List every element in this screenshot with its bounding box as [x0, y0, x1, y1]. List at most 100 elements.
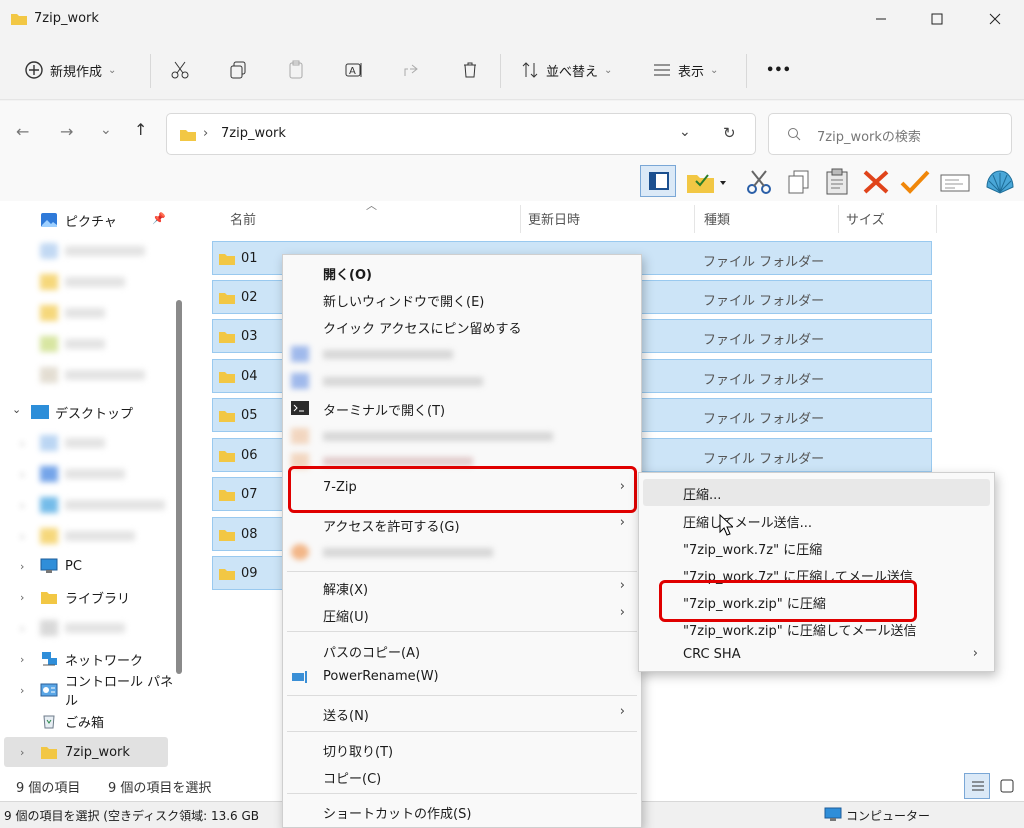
nav-scrollbar[interactable] [176, 300, 182, 674]
submenu-item-label: 圧縮してメール送信... [683, 516, 813, 531]
details-view-button[interactable] [964, 773, 990, 799]
chevron-right-icon: › [619, 578, 625, 593]
menu-item-copy[interactable]: コピー(C) [283, 763, 641, 790]
menu-item-label: 新しいウィンドウで開く(E) [323, 295, 485, 310]
submenu-item-compress[interactable]: 圧縮... [643, 479, 990, 506]
column-header-date[interactable]: 更新日時 [528, 209, 580, 228]
menu-item-powerrename[interactable]: PowerRename(W) [283, 664, 641, 691]
column-header-type[interactable]: 種類 [704, 209, 730, 228]
nav-item-blurred[interactable]: › [0, 428, 178, 458]
search-input[interactable]: 7zip_workの検索 [768, 113, 1012, 155]
share-button[interactable] [402, 56, 422, 84]
menu-item-blurred[interactable] [283, 341, 641, 368]
menu-item-blurred[interactable] [283, 539, 641, 566]
chevron-right-icon[interactable]: › [20, 746, 24, 759]
nav-item-blurred[interactable] [0, 236, 178, 266]
column-header-size[interactable]: サイズ [846, 209, 885, 228]
tiles-view-button[interactable] [994, 773, 1020, 799]
clipboard-icon[interactable] [824, 168, 850, 196]
menu-item-blurred[interactable] [283, 423, 641, 450]
properties-icon[interactable] [940, 173, 970, 193]
more-button[interactable]: ••• [766, 56, 791, 84]
expanded-chevron-icon[interactable]: ⌄ [12, 403, 21, 416]
checkmark-icon[interactable] [900, 169, 930, 195]
nav-item-blurred[interactable] [0, 360, 178, 390]
7zip-submenu: 圧縮... 圧縮してメール送信... "7zip_work.7z" に圧縮 "7… [638, 472, 995, 672]
cut-button[interactable] [170, 56, 190, 84]
file-type: ファイル フォルダー [703, 373, 825, 388]
delete-x-icon[interactable] [862, 169, 890, 195]
file-name: 06 [241, 448, 258, 463]
nav-item-blurred[interactable] [0, 329, 178, 359]
address-dropdown-icon[interactable]: ⌄ [679, 124, 691, 140]
recent-chevron-icon[interactable]: ⌄ [100, 122, 112, 138]
copy-button[interactable] [228, 56, 248, 84]
nav-item-library[interactable]: › ライブラリ [0, 582, 178, 612]
close-button[interactable] [972, 4, 1018, 34]
divider [746, 54, 747, 88]
view-button[interactable]: 表示 ⌄ [652, 56, 718, 84]
chevron-right-icon[interactable]: › [20, 653, 24, 666]
submenu-item-label: "7zip_work.7z" に圧縮 [683, 543, 823, 558]
shell-icon[interactable] [984, 167, 1016, 197]
submenu-item-compress-email[interactable]: 圧縮してメール送信... [639, 507, 994, 534]
nav-item-pictures[interactable]: ピクチャ 📌 [0, 205, 178, 235]
nav-item-pc[interactable]: › PC [0, 551, 178, 581]
nav-item-blurred[interactable] [0, 298, 178, 328]
up-arrow-icon[interactable]: ↑ [134, 120, 147, 139]
address-bar[interactable]: › 7zip_work ⌄ ↻ [166, 113, 756, 155]
scissors-icon[interactable] [746, 169, 772, 195]
menu-item-pin-quick-access[interactable]: クイック アクセスにピン留めする [283, 313, 641, 340]
chevron-right-icon[interactable]: › [20, 684, 24, 697]
menu-item-send-to[interactable]: 送る(N) › [283, 700, 641, 727]
powerrename-icon [292, 671, 307, 683]
back-arrow-icon[interactable]: ← [16, 122, 29, 141]
nav-item-blurred[interactable] [0, 267, 178, 297]
new-button[interactable]: 新規作成 ⌄ [24, 56, 116, 84]
paste-button[interactable] [286, 56, 306, 84]
chevron-right-icon: › [972, 646, 978, 661]
copy-icon[interactable] [786, 169, 812, 195]
maximize-icon [931, 13, 943, 25]
chevron-down-icon: ⌄ [604, 64, 613, 76]
pin-icon: 📌 [152, 212, 166, 225]
submenu-item-compress-7z[interactable]: "7zip_work.7z" に圧縮 [639, 534, 994, 561]
menu-item-copy-path[interactable]: パスのコピー(A) [283, 637, 641, 664]
menu-item-label: アクセスを許可する(G) [323, 520, 460, 535]
forward-arrow-icon[interactable]: → [60, 122, 73, 141]
delete-button[interactable] [460, 56, 480, 84]
nav-item-blurred[interactable]: › [0, 521, 178, 551]
menu-item-terminal[interactable]: ターミナルで開く(T) [283, 395, 641, 422]
breadcrumb[interactable]: 7zip_work [221, 126, 286, 141]
nav-item-blurred[interactable]: › [0, 613, 178, 643]
column-header-name[interactable]: 名前 [230, 209, 256, 228]
menu-item-cut[interactable]: 切り取り(T) [283, 736, 641, 763]
minimize-button[interactable] [858, 4, 904, 34]
refresh-icon[interactable]: ↻ [723, 124, 736, 142]
menu-item-compress[interactable]: 圧縮(U) › [283, 601, 641, 628]
menu-item-extract[interactable]: 解凍(X) › [283, 574, 641, 601]
nav-item-recycle-bin[interactable]: ごみ箱 [0, 706, 178, 736]
menu-item-create-shortcut[interactable]: ショートカットの作成(S) [283, 798, 641, 825]
menu-item-open[interactable]: 開く(O) [283, 259, 641, 286]
submenu-item-crc-sha[interactable]: CRC SHA › [639, 642, 994, 669]
sort-button[interactable]: 並べ替え ⌄ [520, 56, 612, 84]
nav-item-blurred[interactable]: › [0, 459, 178, 489]
nav-item-desktop[interactable]: ⌄ デスクトップ [0, 397, 178, 427]
chevron-right-icon[interactable]: › [20, 560, 24, 573]
highlight-box-7zip [288, 466, 637, 513]
menu-item-grant-access[interactable]: アクセスを許可する(G) › [283, 511, 641, 538]
nav-item-network[interactable]: › ネットワーク [0, 644, 178, 674]
rename-button[interactable]: A [344, 56, 364, 84]
nav-item-blurred[interactable]: › [0, 490, 178, 520]
folder-check-icon[interactable] [686, 169, 726, 195]
maximize-button[interactable] [914, 4, 960, 34]
window-title: 7zip_work [34, 11, 99, 26]
nav-item-7zip-work[interactable]: › 7zip_work [4, 737, 168, 767]
preview-pane-button[interactable] [640, 165, 676, 197]
nav-item-control-panel[interactable]: › コントロール パネル [0, 675, 178, 709]
menu-item-open-new-window[interactable]: 新しいウィンドウで開く(E) [283, 286, 641, 313]
chevron-right-icon[interactable]: › [20, 591, 24, 604]
column-separator [936, 205, 937, 233]
menu-item-blurred[interactable] [283, 368, 641, 395]
